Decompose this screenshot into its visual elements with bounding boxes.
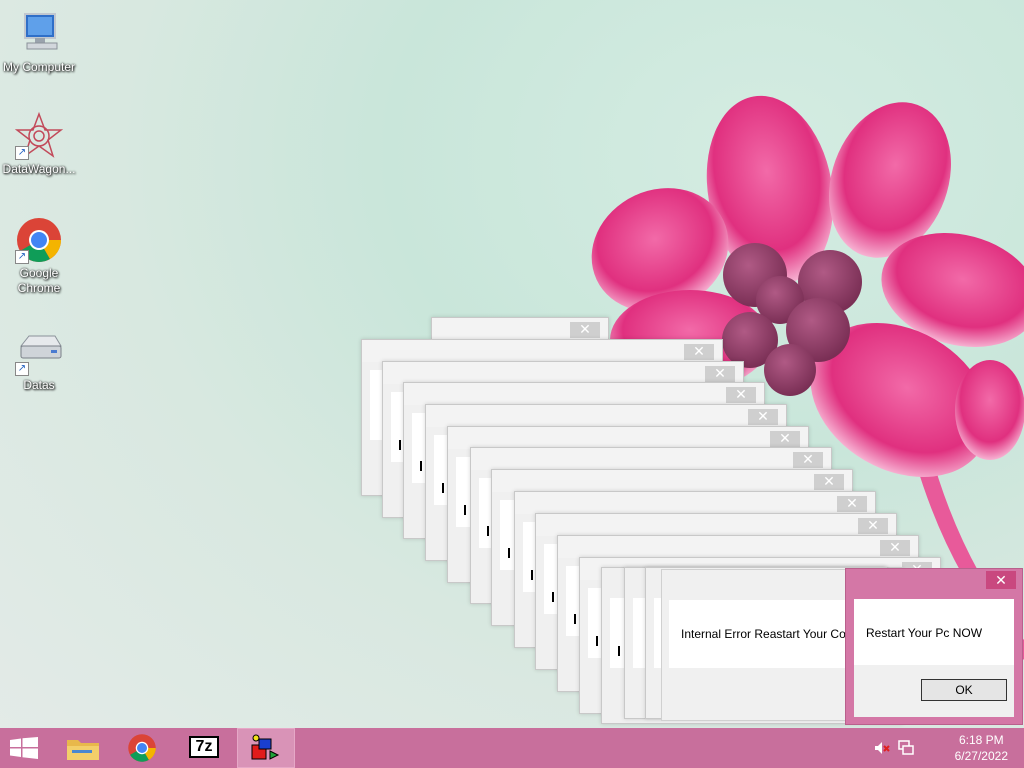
error-dialog[interactable]: Internal Error Reastart Your Com — [661, 569, 863, 721]
error-message: Internal Error Reastart Your Com — [681, 627, 856, 641]
7zip-icon: 7z — [189, 736, 219, 758]
error-window[interactable]: ✕ — [431, 317, 609, 340]
dialog-message: Restart Your Pc NOW — [866, 626, 983, 640]
dialog-body: Restart Your Pc NOW OK — [854, 599, 1014, 717]
ok-button[interactable]: OK — [921, 679, 1007, 701]
close-button[interactable]: ✕ — [814, 474, 844, 490]
clock-time: 6:18 PM — [958, 733, 1004, 747]
window-titlebar[interactable]: ✕ — [404, 383, 764, 405]
clock-date: 6/27/2022 — [954, 749, 1008, 763]
taskbar-7zip[interactable]: 7z — [176, 728, 232, 768]
window-titlebar[interactable]: ✕ — [426, 405, 786, 427]
window-titlebar[interactable]: ✕ — [558, 536, 918, 558]
taskbar-file-explorer[interactable] — [56, 728, 112, 768]
close-button[interactable]: ✕ — [726, 387, 756, 403]
close-button[interactable]: ✕ — [748, 409, 778, 425]
desktop-icon-my-computer[interactable]: My Computer — [0, 10, 78, 75]
volume-muted-icon[interactable] — [874, 740, 890, 756]
close-button[interactable]: ✕ — [858, 518, 888, 534]
taskbar-chrome[interactable] — [115, 728, 171, 768]
taskbar: 7z 6:18 PM 6/27/2022 — [0, 728, 1024, 768]
window-titlebar[interactable]: ✕ — [492, 470, 852, 492]
desktop-icon-label: Google Chrome — [17, 266, 61, 295]
close-button[interactable]: ✕ — [684, 344, 714, 360]
chrome-icon — [128, 734, 156, 762]
desktop-icon-label: DataWagon... — [2, 162, 76, 176]
desktop-icon-label: My Computer — [2, 60, 76, 74]
taskbar-running-app[interactable] — [237, 728, 295, 768]
shortcut-arrow-icon: ↗ — [15, 362, 29, 376]
start-button[interactable] — [0, 728, 50, 768]
close-button[interactable]: ✕ — [837, 496, 867, 512]
dialog-message-area: Restart Your Pc NOW — [854, 599, 1014, 665]
datawagon-icon: ↗ — [14, 111, 64, 160]
network-icon[interactable] — [898, 740, 914, 756]
close-button[interactable]: ✕ — [880, 540, 910, 556]
desktop-icon-datas[interactable]: ↗ Datas — [0, 328, 78, 393]
window-titlebar[interactable]: ✕ — [515, 492, 875, 514]
close-button[interactable]: ✕ — [770, 431, 800, 447]
close-button[interactable]: ✕ — [986, 571, 1016, 589]
app-icon — [251, 734, 280, 760]
drive-icon: ↗ — [15, 328, 63, 376]
restart-dialog[interactable]: ✕ Restart Your Pc NOW OK — [845, 568, 1023, 725]
window-titlebar[interactable]: ✕ — [383, 362, 743, 384]
windows-logo-icon — [10, 737, 38, 759]
window-titlebar[interactable]: ✕ — [536, 514, 896, 536]
window-titlebar[interactable]: ✕ — [448, 427, 808, 449]
taskbar-clock[interactable]: 6:18 PM 6/27/2022 — [955, 732, 1008, 764]
close-button[interactable]: ✕ — [793, 452, 823, 468]
window-titlebar[interactable]: ✕ — [432, 318, 608, 340]
desktop-icon-google-chrome[interactable]: ↗ Google Chrome — [0, 216, 78, 296]
close-button[interactable]: ✕ — [570, 322, 600, 338]
close-button[interactable]: ✕ — [705, 366, 735, 382]
window-titlebar[interactable]: ✕ — [471, 448, 831, 470]
chrome-icon: ↗ — [15, 216, 63, 264]
window-titlebar[interactable]: ✕ — [362, 340, 722, 362]
folder-icon — [67, 740, 99, 760]
dialog-content: Internal Error Reastart Your Com — [669, 600, 862, 668]
desktop-icon-datawagon[interactable]: ↗ DataWagon... — [0, 111, 78, 177]
computer-icon — [15, 10, 63, 58]
desktop-icon-label: Datas — [23, 378, 55, 392]
shortcut-arrow-icon: ↗ — [15, 250, 29, 264]
shortcut-arrow-icon: ↗ — [15, 146, 29, 160]
